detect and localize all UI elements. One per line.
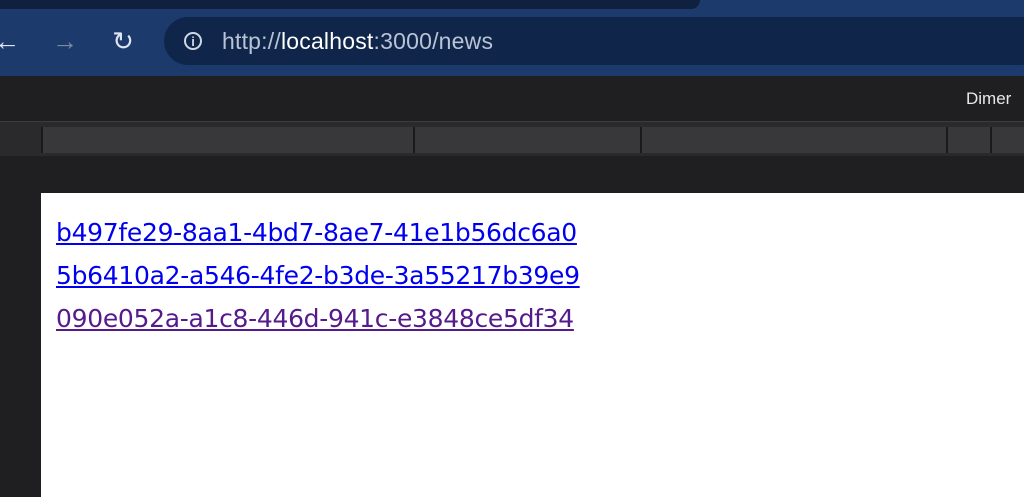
- address-bar[interactable]: i http://localhost:3000/news: [164, 17, 1024, 65]
- ruler-segment[interactable]: [990, 127, 1024, 153]
- url-path: :3000/news: [373, 27, 494, 54]
- dimensions-dropdown[interactable]: Dimer: [966, 89, 1011, 109]
- site-info-icon[interactable]: i: [184, 32, 202, 50]
- ruler-segment[interactable]: [413, 127, 640, 153]
- news-link[interactable]: b497fe29-8aa1-4bd7-8ae7-41e1b56dc6a0: [56, 211, 580, 254]
- ruler-segment[interactable]: [41, 127, 413, 153]
- forward-icon[interactable]: →: [48, 24, 82, 58]
- news-link[interactable]: 5b6410a2-a546-4fe2-b3de-3a55217b39e9: [56, 254, 580, 297]
- page-content: b497fe29-8aa1-4bd7-8ae7-41e1b56dc6a0 5b6…: [41, 193, 1024, 497]
- device-toolbar: [0, 76, 1024, 122]
- reload-icon[interactable]: ↻: [106, 24, 140, 58]
- url-host: localhost: [280, 27, 374, 54]
- url-scheme: http://: [222, 27, 281, 54]
- ruler-segment[interactable]: [946, 127, 990, 153]
- back-icon[interactable]: ←: [0, 24, 24, 58]
- ruler-segment[interactable]: [640, 127, 946, 153]
- tab-strip: [0, 0, 700, 9]
- news-list: b497fe29-8aa1-4bd7-8ae7-41e1b56dc6a0 5b6…: [56, 211, 580, 340]
- url-text[interactable]: http://localhost:3000/news: [222, 28, 493, 55]
- news-link[interactable]: 090e052a-a1c8-446d-941c-e3848ce5df34: [56, 297, 580, 340]
